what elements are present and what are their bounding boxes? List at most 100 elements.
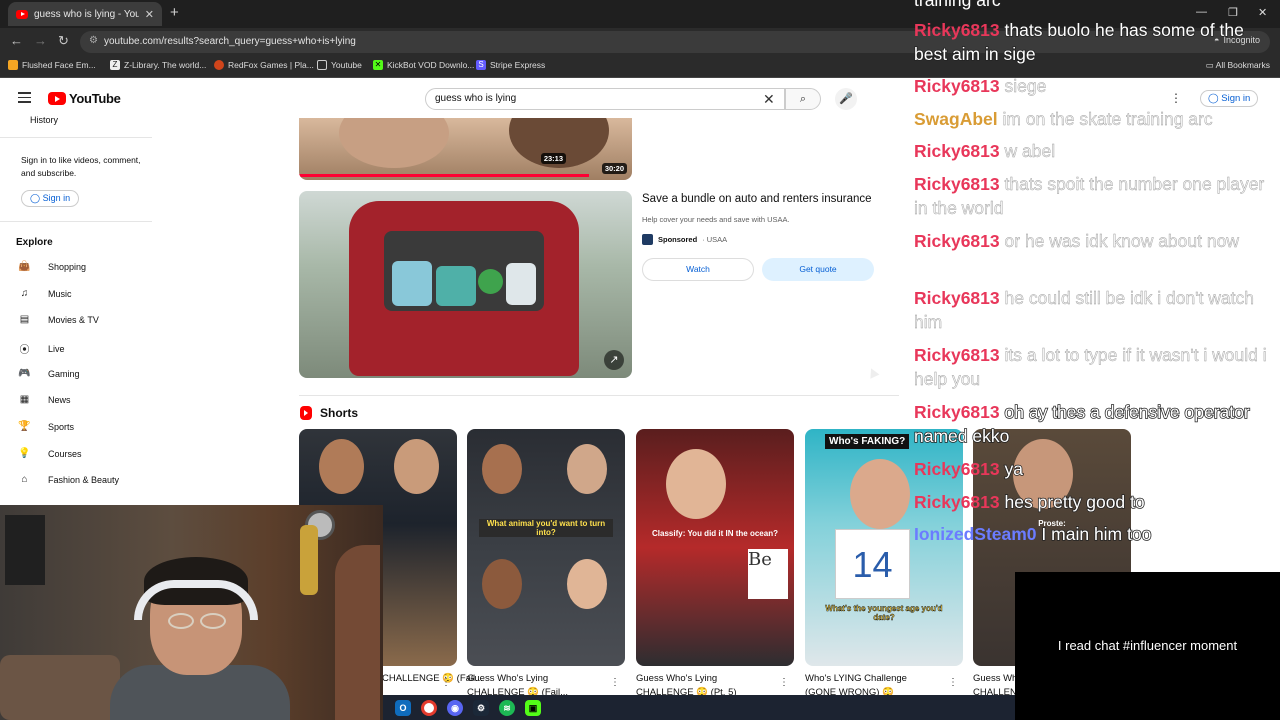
shopping-bag-icon: 👜: [18, 261, 31, 272]
short-title-line: Guess Who's Lying: [467, 673, 549, 684]
chrome-icon[interactable]: [421, 699, 437, 716]
short-caption: What's the youngest age you'd date?: [825, 604, 943, 622]
short-number: 14: [835, 529, 910, 599]
gamepad-icon: 🎮: [18, 368, 31, 379]
ad-thumbnail[interactable]: ↗: [299, 191, 632, 378]
browser-tab[interactable]: guess who is lying - YouTube ✕: [8, 2, 162, 26]
stripe-favicon-icon: S: [476, 60, 486, 70]
back-arrow-icon[interactable]: ←: [10, 33, 23, 48]
sidebar-divider: [0, 137, 152, 138]
bookmark-redfox[interactable]: RedFox Games | Pla...: [214, 60, 314, 70]
ad-get-quote-button[interactable]: Get quote: [762, 258, 874, 281]
steam-icon[interactable]: ⚙: [473, 699, 489, 716]
search-input[interactable]: guess who is lying: [425, 88, 785, 110]
settings-kebab-icon[interactable]: ⋮: [1170, 91, 1182, 105]
short-title-line: Guess Who's Lying: [973, 673, 1015, 684]
menu-icon[interactable]: [18, 92, 31, 106]
resume-time-badge: 23:13: [540, 153, 566, 164]
maximize-window-icon[interactable]: ❐: [1228, 6, 1238, 19]
folder-icon: [317, 60, 327, 70]
short-label: Who's FAKING?: [825, 434, 910, 449]
duration-badge: 30:20: [601, 163, 627, 174]
bookmark-zlibrary[interactable]: Z Z-Library. The world...: [110, 60, 206, 70]
spotify-icon[interactable]: ≋: [499, 699, 515, 716]
forward-arrow-icon[interactable]: →: [34, 33, 47, 48]
new-tab-button[interactable]: +: [170, 4, 179, 21]
all-bookmarks-label: All Bookmarks: [1215, 60, 1270, 70]
webcam-overlay: [0, 505, 383, 720]
site-info-icon[interactable]: ⚙: [89, 35, 101, 47]
kick-icon[interactable]: ▣: [525, 699, 541, 716]
browser-toolbar: ← → ↻ ⚙ youtube.com/results?search_query…: [0, 28, 1280, 56]
external-link-icon[interactable]: ↗: [604, 350, 624, 370]
kickbot-favicon-icon: ✕: [373, 60, 383, 70]
sidebar-item-news[interactable]: ▦ News: [18, 394, 71, 405]
short-thumbnail[interactable]: Who's FAKING? 14 What's the youngest age…: [805, 429, 963, 666]
close-tab-icon[interactable]: ✕: [145, 8, 154, 21]
ad-title[interactable]: Save a bundle on auto and renters insura…: [642, 193, 872, 205]
clear-search-icon[interactable]: ✕: [763, 91, 775, 108]
short-caption: Proste:: [1038, 519, 1066, 528]
short-thumbnail[interactable]: What animal you'd want to turn into?: [467, 429, 625, 666]
sidebar-item-fashion[interactable]: ⌂ Fashion & Beauty: [18, 474, 119, 485]
youtube-logo[interactable]: YouTube: [48, 91, 121, 106]
bookmark-label: Flushed Face Em...: [22, 60, 96, 70]
bookmark-youtube-folder[interactable]: Youtube: [317, 60, 362, 70]
sidebar-item-label: Movies & TV: [48, 314, 99, 325]
short-title-line: Who's LYING Challenge: [805, 673, 907, 684]
youtube-header: YouTube guess who is lying ✕ ⌕ 🎤 ⋮ ◯ Sig…: [0, 79, 1280, 119]
bookmark-stripe[interactable]: S Stripe Express: [476, 60, 545, 70]
sidebar-item-label: Gaming: [48, 368, 80, 379]
bookmark-label: Z-Library. The world...: [124, 60, 207, 70]
minimize-window-icon[interactable]: —: [1196, 6, 1207, 18]
sidebar-item-label: Sports: [48, 421, 75, 432]
outlook-icon[interactable]: O: [395, 699, 411, 716]
sidebar-item-sports[interactable]: 🏆 Sports: [18, 421, 74, 432]
sidebar-item-history[interactable]: ↺ History: [18, 115, 58, 125]
redfox-favicon-icon: [214, 60, 224, 70]
search-button[interactable]: ⌕: [785, 88, 821, 110]
wall-poster: [5, 515, 45, 585]
sidebar-item-courses[interactable]: 💡 Courses: [18, 448, 81, 459]
lamp: [300, 525, 318, 595]
sign-in-label: Sign in: [42, 193, 71, 203]
bookmark-kickbot[interactable]: ✕ KickBot VOD Downlo...: [373, 60, 474, 70]
sidebar-sign-in-button[interactable]: ◯ Sign in: [21, 190, 80, 207]
voice-search-button[interactable]: 🎤: [835, 88, 857, 110]
sidebar-item-music[interactable]: ♫ Music: [18, 288, 72, 299]
search-icon: ⌕: [799, 93, 807, 105]
header-sign-in-button[interactable]: ◯ Sign in: [1200, 90, 1259, 107]
glasses-icon: [168, 613, 226, 629]
discord-icon[interactable]: ◉: [447, 699, 463, 716]
bookmark-flushed-face[interactable]: Flushed Face Em...: [8, 60, 96, 70]
short-more-icon[interactable]: ⋮: [948, 677, 958, 688]
ad-watch-button[interactable]: Watch: [642, 258, 754, 281]
short-more-icon[interactable]: ⋮: [779, 677, 789, 688]
usaa-logo-icon: [642, 234, 653, 245]
sidebar-item-gaming[interactable]: 🎮 Gaming: [18, 368, 80, 379]
mouse-cursor-icon: [866, 366, 880, 379]
reload-icon[interactable]: ↻: [58, 33, 69, 49]
all-bookmarks-button[interactable]: ▭ All Bookmarks: [1206, 60, 1270, 71]
sidebar-item-label: Shopping: [48, 261, 87, 272]
bookmark-label: RedFox Games | Pla...: [228, 60, 314, 70]
sidebar-item-label: News: [48, 394, 71, 405]
sign-in-label: Sign in: [1221, 93, 1251, 104]
sidebar-item-live[interactable]: ⦿ Live: [18, 341, 65, 357]
taskbar: O ◉ ⚙ ≋ ▣: [383, 695, 1015, 720]
zlibrary-favicon-icon: Z: [110, 60, 120, 70]
shorts-icon: [300, 406, 312, 420]
short-more-icon[interactable]: ⋮: [610, 677, 620, 688]
tab-title: guess who is lying - YouTube: [34, 8, 139, 20]
address-bar[interactable]: ⚙ youtube.com/results?search_query=guess…: [80, 31, 1270, 53]
incognito-indicator[interactable]: ◓ Incognito: [1214, 35, 1260, 45]
stream-caption: I read chat #influencer moment: [1057, 638, 1238, 653]
short-thumbnail[interactable]: Classify: You did it IN the ocean? Be: [636, 429, 794, 666]
sidebar-item-movies[interactable]: ▤ Movies & TV: [18, 314, 99, 325]
folder-icon: ▭: [1205, 60, 1216, 70]
video-thumbnail[interactable]: 23:13 30:20: [299, 118, 632, 180]
sidebar-item-shopping[interactable]: 👜 Shopping: [18, 261, 86, 272]
short-more-icon[interactable]: ⋮: [441, 677, 451, 688]
sidebar-item-label: Live: [48, 343, 65, 354]
close-window-icon[interactable]: ✕: [1258, 6, 1267, 19]
